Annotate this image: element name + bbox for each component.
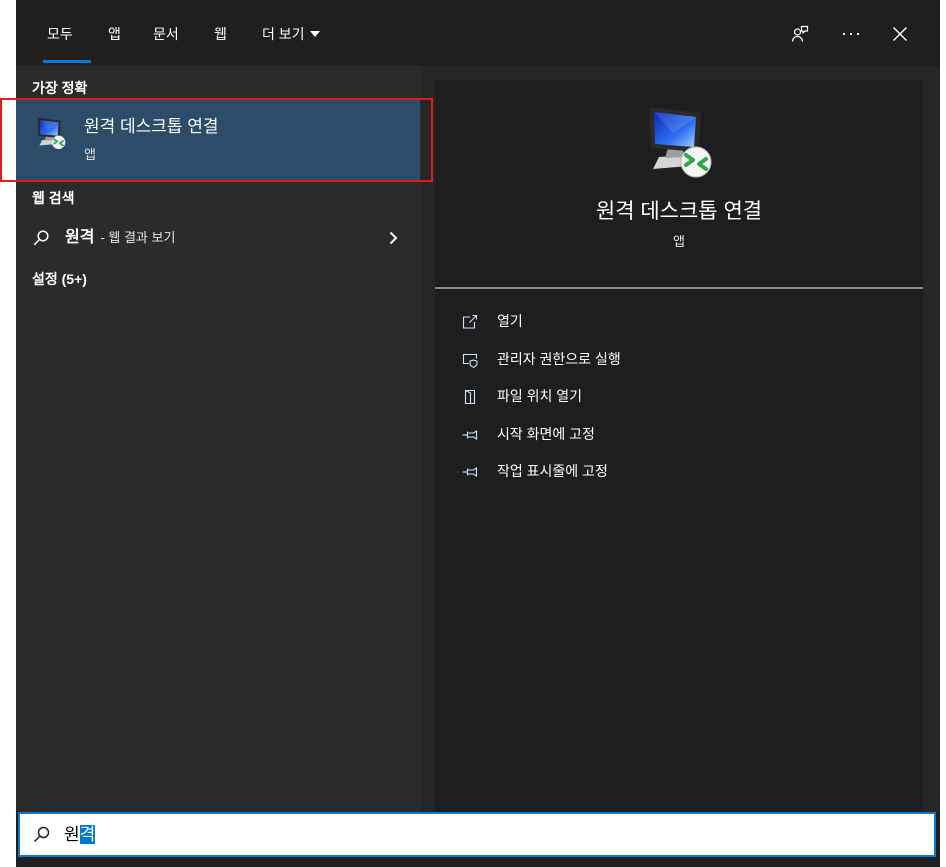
best-match-type: 앱 xyxy=(84,147,96,162)
run-as-admin-icon xyxy=(462,352,478,368)
tab-more[interactable]: 더 보기 xyxy=(262,24,320,44)
feedback-icon[interactable] xyxy=(788,22,812,46)
tab-more-label: 더 보기 xyxy=(262,26,305,42)
preview-card: 원격 데스크톱 연결 앱 열기 관리자 권한으로 실행 파일 위치 열기 시작 … xyxy=(435,80,923,812)
preview-actions: 열기 관리자 권한으로 실행 파일 위치 열기 시작 화면에 고정 작업 표시줄… xyxy=(435,303,923,491)
search-panel: 모두 앱 문서 웹 더 보기 가장 정확 원격 데스크톱 연결 앱 웹 검색 원… xyxy=(16,0,940,867)
action-pin-to-taskbar[interactable]: 작업 표시줄에 고정 xyxy=(435,453,923,491)
preview-divider xyxy=(435,287,923,289)
search-icon xyxy=(33,230,49,246)
best-match-title: 원격 데스크톱 연결 xyxy=(84,117,219,136)
more-icon[interactable] xyxy=(839,22,863,46)
preview-type: 앱 xyxy=(673,234,685,249)
tab-apps-label: 앱 xyxy=(108,26,121,42)
search-query-text[interactable]: 원격 xyxy=(64,814,96,855)
remote-desktop-icon xyxy=(35,115,67,151)
active-tab-indicator xyxy=(43,60,91,63)
preview-pane: 원격 데스크톱 연결 앱 열기 관리자 권한으로 실행 파일 위치 열기 시작 … xyxy=(421,66,940,812)
open-icon xyxy=(462,314,478,330)
tab-apps[interactable]: 앱 xyxy=(108,24,121,44)
web-search-item[interactable]: 원격 - 웹 결과 보기 xyxy=(16,224,420,252)
best-match-heading: 가장 정확 xyxy=(32,80,88,96)
best-match-item[interactable]: 원격 데스크톱 연결 앱 xyxy=(16,100,420,180)
web-search-query: 원격 xyxy=(65,229,95,246)
action-open-file-location[interactable]: 파일 위치 열기 xyxy=(435,378,923,416)
web-search-suffix: - 웹 결과 보기 xyxy=(100,230,176,245)
file-location-icon xyxy=(462,389,478,405)
settings-heading[interactable]: 설정 (5+) xyxy=(32,270,87,288)
web-search-heading: 웹 검색 xyxy=(32,190,75,206)
chevron-right-icon xyxy=(389,231,398,245)
pin-icon xyxy=(462,464,478,480)
search-input[interactable]: 원격 xyxy=(18,812,936,857)
tab-documents-label: 문서 xyxy=(153,26,179,42)
pin-icon xyxy=(462,427,478,443)
action-pin-to-taskbar-label: 작업 표시줄에 고정 xyxy=(497,463,608,479)
action-open[interactable]: 열기 xyxy=(435,303,923,341)
tab-all-label: 모두 xyxy=(47,26,73,42)
tab-documents[interactable]: 문서 xyxy=(153,24,179,44)
search-typed-text: 원 xyxy=(64,825,80,844)
action-open-label: 열기 xyxy=(497,313,523,329)
search-selected-text: 격 xyxy=(79,825,96,844)
web-search-text: 원격 - 웹 결과 보기 xyxy=(65,224,175,252)
action-pin-to-start[interactable]: 시작 화면에 고정 xyxy=(435,416,923,454)
preview-title: 원격 데스크톱 연결 xyxy=(595,200,763,223)
tab-all[interactable]: 모두 xyxy=(47,24,73,44)
action-run-as-admin-label: 관리자 권한으로 실행 xyxy=(497,350,621,367)
results-list: 가장 정확 원격 데스크톱 연결 앱 웹 검색 원격 - 웹 결과 보기 설정 … xyxy=(16,66,421,812)
close-icon[interactable] xyxy=(888,22,912,46)
chevron-down-icon xyxy=(309,31,320,37)
tab-web[interactable]: 웹 xyxy=(214,24,227,44)
action-pin-to-start-label: 시작 화면에 고정 xyxy=(497,425,595,442)
remote-desktop-icon xyxy=(643,103,715,179)
action-run-as-admin[interactable]: 관리자 권한으로 실행 xyxy=(435,341,923,379)
filter-tab-bar: 모두 앱 문서 웹 더 보기 xyxy=(16,0,940,66)
search-icon xyxy=(33,826,50,843)
tab-web-label: 웹 xyxy=(214,26,227,42)
action-open-file-location-label: 파일 위치 열기 xyxy=(497,388,583,404)
